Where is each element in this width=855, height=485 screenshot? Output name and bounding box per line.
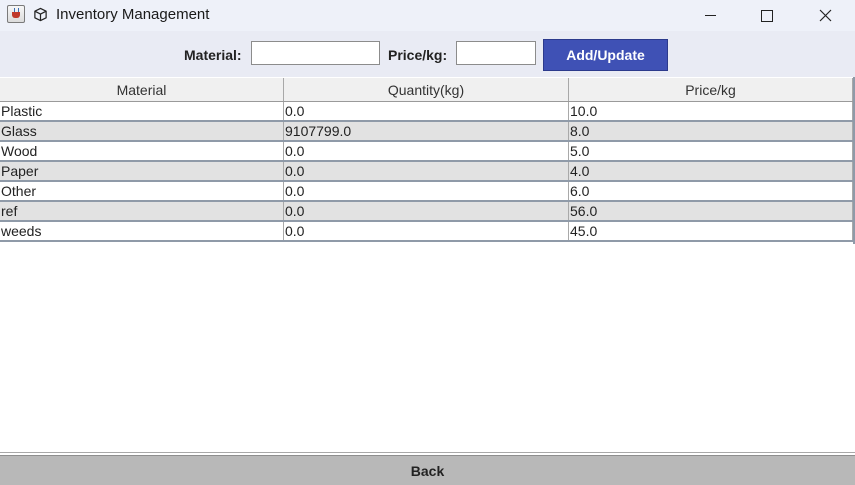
close-icon	[819, 9, 831, 22]
cell-quantity[interactable]: 0.0	[284, 182, 569, 200]
column-header-price[interactable]: Price/kg	[569, 78, 853, 101]
cell-quantity[interactable]: 9107799.0	[284, 122, 569, 140]
cell-price[interactable]: 10.0	[569, 102, 853, 120]
add-update-button[interactable]: Add/Update	[543, 39, 668, 71]
cell-quantity[interactable]: 0.0	[284, 202, 569, 220]
table-row[interactable]: Paper 0.0 4.0	[0, 162, 853, 182]
cell-price[interactable]: 4.0	[569, 162, 853, 180]
cell-quantity[interactable]: 0.0	[284, 162, 569, 180]
table-row[interactable]: Other 0.0 6.0	[0, 182, 853, 202]
cell-price[interactable]: 8.0	[569, 122, 853, 140]
price-input[interactable]	[456, 41, 536, 65]
table-row[interactable]: Wood 0.0 5.0	[0, 142, 853, 162]
cell-material[interactable]: weeds	[0, 222, 284, 240]
cell-quantity[interactable]: 0.0	[284, 102, 569, 120]
cell-quantity[interactable]: 0.0	[284, 222, 569, 240]
material-input[interactable]	[251, 41, 380, 65]
table-row[interactable]: Glass 9107799.0 8.0	[0, 122, 853, 142]
cell-material[interactable]: Paper	[0, 162, 284, 180]
column-header-material[interactable]: Material	[0, 78, 284, 101]
price-label: Price/kg:	[388, 47, 448, 63]
maximize-button[interactable]	[738, 0, 796, 31]
table-row[interactable]: ref 0.0 56.0	[0, 202, 853, 222]
cell-material[interactable]: Other	[0, 182, 284, 200]
cell-quantity[interactable]: 0.0	[284, 142, 569, 160]
cell-price[interactable]: 45.0	[569, 222, 853, 240]
maximize-icon	[761, 9, 773, 22]
cell-price[interactable]: 6.0	[569, 182, 853, 200]
table-body: Plastic 0.0 10.0 Glass 9107799.0 8.0 Woo…	[0, 102, 853, 242]
cell-material[interactable]: Glass	[0, 122, 284, 140]
cell-price[interactable]: 5.0	[569, 142, 853, 160]
cell-material[interactable]: ref	[0, 202, 284, 220]
window-title: Inventory Management	[56, 6, 210, 23]
minimize-icon	[704, 15, 716, 16]
title-bar: Inventory Management	[0, 0, 855, 31]
minimize-button[interactable]	[681, 0, 739, 31]
java-cup-icon	[7, 5, 25, 23]
table-header: Material Quantity(kg) Price/kg	[0, 78, 853, 102]
input-toolbar: Material: Price/kg: Add/Update	[0, 31, 855, 77]
cell-material[interactable]: Plastic	[0, 102, 284, 120]
cell-material[interactable]: Wood	[0, 142, 284, 160]
column-header-quantity[interactable]: Quantity(kg)	[284, 78, 569, 101]
cell-price[interactable]: 56.0	[569, 202, 853, 220]
table-row[interactable]: Plastic 0.0 10.0	[0, 102, 853, 122]
close-button[interactable]	[796, 0, 854, 31]
back-button[interactable]: Back	[0, 455, 855, 485]
cube-icon	[34, 7, 47, 22]
table-row[interactable]: weeds 0.0 45.0	[0, 222, 853, 242]
material-label: Material:	[184, 47, 242, 63]
inventory-table[interactable]: Material Quantity(kg) Price/kg Plastic 0…	[0, 77, 855, 453]
